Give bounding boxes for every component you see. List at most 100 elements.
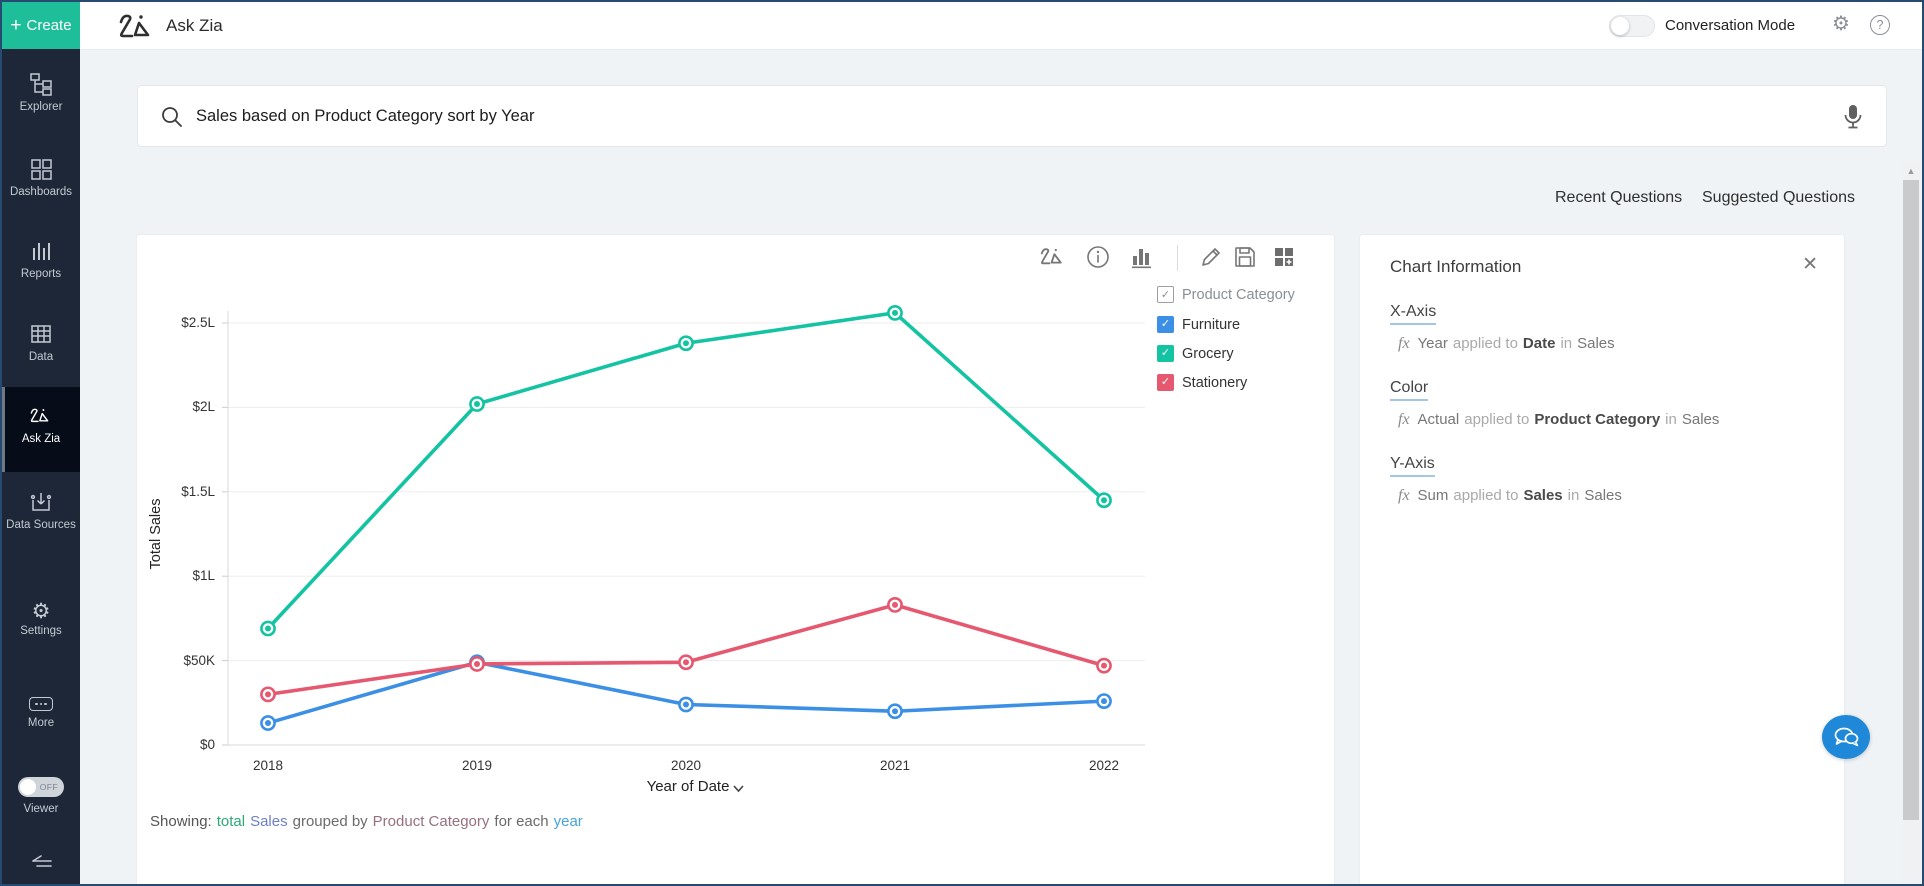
y-tick-label: $50K [153,653,215,668]
fx-part: Sum [1418,487,1449,504]
fx-part: in [1560,335,1572,352]
sidebar-item-viewer: OFF Viewer [2,777,80,816]
search-icon [160,105,184,129]
sidebar-item-label: Dashboards [2,185,80,199]
sidebar-item-label: Settings [2,624,80,638]
tab-suggested-questions[interactable]: Suggested Questions [1702,189,1855,207]
sidebar-item-reports[interactable]: Reports [2,239,80,281]
sidebar-item-dashboards[interactable]: Dashboards [2,157,80,199]
mic-icon[interactable] [1842,104,1864,130]
fx-part: Sales [1523,487,1562,504]
legend-group-row[interactable]: ✓ Product Category [1157,286,1295,303]
zia-icon [29,404,53,428]
sidebar-item-label: Reports [2,267,80,281]
fx-part: Sales [1577,335,1615,352]
legend-item-grocery[interactable]: ✓ Grocery [1157,345,1234,362]
sidebar-item-explorer[interactable]: Explorer [2,72,80,114]
scroll-up-arrow-icon[interactable]: ▲ [1902,166,1920,176]
y-tick-label: $0 [153,737,215,752]
plus-icon: + [10,16,21,35]
panel-section-heading[interactable]: Color [1390,379,1428,401]
fx-icon: fx [1398,411,1410,428]
showing-segment: Showing: [150,813,212,830]
create-label: Create [27,17,72,34]
sidebar-item-settings[interactable]: ⚙ Settings [2,600,80,638]
chart-card: $0$50K$1L$1.5L$2L$2.5L 20182019202020212… [137,235,1334,886]
chat-bubble-button[interactable] [1822,715,1870,759]
close-icon[interactable]: ✕ [1802,253,1818,276]
legend-item-label: Stationery [1182,375,1247,391]
y-tick-label: $2.5L [153,315,215,330]
tab-recent-questions[interactable]: Recent Questions [1555,189,1682,207]
sidebar-item-data[interactable]: Data [2,322,80,364]
showing-caption: Showing: total Sales grouped by Product Cate… [150,813,588,830]
sidebar-item-label: Ask Zia [2,432,80,446]
grid-icon [29,157,53,181]
fx-part: applied to [1453,335,1518,352]
create-button[interactable]: + Create [2,2,80,49]
legend-group-label: Product Category [1182,287,1295,303]
showing-segment: grouped by [293,813,368,830]
page-title: Ask Zia [166,16,223,36]
fx-part: applied to [1453,487,1518,504]
viewer-toggle[interactable]: OFF [18,777,64,797]
legend-item-furniture[interactable]: ✓Furniture [1157,316,1240,333]
panel-title: Chart Information [1390,257,1814,277]
fx-part: Sales [1584,487,1622,504]
x-axis-title[interactable]: Year of Date [606,778,786,795]
help-icon[interactable]: ? [1870,15,1890,35]
x-tick-label: 2020 [654,758,718,773]
checkbox-icon[interactable]: ✓ [1157,345,1174,362]
fx-part: Actual [1418,411,1460,428]
sidebar-item-label: Data [2,350,80,364]
x-tick-label: 2019 [445,758,509,773]
search-query-text[interactable]: Sales based on Product Category sort by … [196,107,534,126]
showing-segment: for each [494,813,548,830]
collapse-sidebar-button[interactable] [2,853,80,876]
showing-segment: total [217,813,245,830]
showing-segment: Sales [250,813,288,830]
checkbox-icon[interactable]: ✓ [1157,286,1174,303]
y-axis-title: Total Sales [148,479,166,589]
conversation-mode-label: Conversation Mode [1665,17,1795,34]
fx-part: Date [1523,335,1556,352]
data-source-icon [29,490,53,514]
x-tick-label: 2021 [863,758,927,773]
fx-part: Product Category [1534,411,1660,428]
ask-zia-search-bar[interactable]: Sales based on Product Category sort by … [137,85,1887,147]
panel-section-heading[interactable]: Y-Axis [1390,455,1435,477]
fx-part: applied to [1464,411,1529,428]
chart-information-panel: Chart Information ✕ X-Axis fx Year applied … [1360,235,1844,886]
x-tick-label: 2022 [1072,758,1136,773]
sidebar-item-label: Data Sources [2,518,80,532]
fx-part: Year [1418,335,1448,352]
sidebar-item-ask-zia[interactable]: Ask Zia [2,387,80,472]
sidebar-item-label: More [2,716,80,730]
checkbox-icon[interactable]: ✓ [1157,374,1174,391]
settings-gear-icon[interactable]: ⚙ [1832,14,1850,34]
legend-item-label: Grocery [1182,346,1234,362]
fx-part: in [1665,411,1677,428]
fx-expression: fx Actualapplied to Product Category in Sale… [1398,411,1814,429]
content-area: Sales based on Product Category sort by … [80,50,1922,884]
viewer-toggle-state: OFF [40,782,58,792]
bars-icon [29,239,53,263]
checkbox-icon[interactable]: ✓ [1157,316,1174,333]
legend-item-stationery[interactable]: ✓ Stationery [1157,374,1247,391]
scrollbar[interactable]: ▲ [1902,162,1920,884]
showing-segment: Product Category [373,813,490,830]
y-tick-label: $2L [153,399,215,414]
panel-section-heading[interactable]: X-Axis [1390,303,1436,325]
fx-part: Sales [1682,411,1720,428]
sidebar: + Create Explorer Dashboards Reports [2,2,80,884]
sidebar-item-more[interactable]: More [2,692,80,730]
conversation-mode-toggle[interactable] [1609,15,1655,37]
scrollbar-thumb[interactable] [1903,180,1919,820]
fx-expression: fxSumapplied toSalesinSales [1398,487,1814,505]
gear-icon: ⚙ [2,600,80,624]
sidebar-item-data-sources[interactable]: Data Sources [2,490,80,532]
collapse-arrow-icon [28,853,54,871]
fx-part: in [1568,487,1580,504]
chat-icon [1832,725,1860,749]
ellipsis-icon [29,697,53,711]
